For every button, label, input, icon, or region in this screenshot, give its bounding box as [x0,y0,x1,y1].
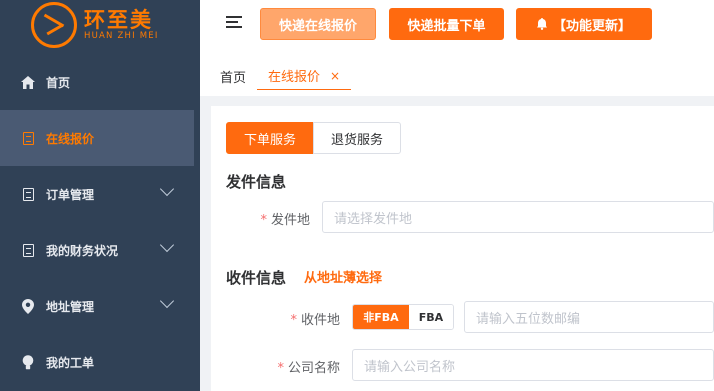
tabs-bar: 首页 在线报价 × [200,50,714,96]
sidebar-item-home[interactable]: 首页 [0,54,200,110]
tab-return-service[interactable]: 退货服务 [313,122,401,154]
tab-label: 首页 [220,70,247,86]
fba-option[interactable]: FBA [409,305,453,329]
express-batch-order-button[interactable]: 快递批量下单 [389,8,504,40]
main-content: 下单服务 退货服务 发件信息 * 发件地 请选择发件地 收件信息 从地址薄选择 *… [211,106,714,391]
sidebar-item-addresses[interactable]: 地址管理 [0,278,200,334]
tab-order-service[interactable]: 下单服务 [226,122,314,154]
home-icon [20,74,36,90]
origin-select[interactable]: 请选择发件地 [322,201,714,233]
fba-toggle-group: 非FBA FBA [352,304,454,330]
company-label-text: 公司名称 [287,361,340,376]
top-header: 快递在线报价 快递批量下单 【功能更新】 [200,0,714,50]
company-placeholder: 请输入公司名称 [364,359,456,375]
document-icon [20,130,36,146]
required-mark: * [290,313,297,328]
sidebar-item-label: 我的财务状况 [46,244,119,258]
sidebar-item-orders[interactable]: 订单管理 [0,166,200,222]
sidebar-item-online-quote[interactable]: 在线报价 [0,110,194,166]
sidebar-item-label: 订单管理 [46,188,95,202]
chevron-down-icon [159,293,175,309]
destination-label: * 收件地 [276,309,340,328]
sender-section-title: 发件信息 [226,173,287,191]
brand-name: 环至美 [84,8,153,32]
document-icon [20,186,36,202]
receiver-section-title: 收件信息 [226,269,287,287]
lightbulb-icon [20,354,36,370]
brand-logo-area: 环至美 HUAN ZHI MEI [0,0,200,54]
required-mark: * [260,213,267,228]
brand-subtitle: HUAN ZHI MEI [84,31,159,41]
sidebar-item-label: 地址管理 [46,300,95,314]
sidebar-item-finance[interactable]: 我的财务状况 [0,222,200,278]
destination-label-text: 收件地 [300,313,340,328]
zipcode-input[interactable]: 请输入五位数邮编 [464,301,714,333]
origin-label-text: 发件地 [270,213,310,228]
feature-update-button[interactable]: 【功能更新】 [516,8,652,40]
sidebar-item-label: 我的工单 [46,356,95,370]
document-icon [20,242,36,258]
close-icon[interactable]: × [330,69,340,83]
tab-online-quote[interactable]: 在线报价 × [257,62,352,90]
sidebar-item-label: 首页 [46,76,71,90]
bell-icon [536,18,547,30]
feature-update-label: 【功能更新】 [552,18,631,34]
express-online-quote-button[interactable]: 快递在线报价 [260,8,376,40]
chevron-down-icon [159,181,175,197]
hamburger-menu-icon[interactable] [226,16,242,30]
sidebar-item-tickets[interactable]: 我的工单 [0,334,200,390]
company-name-input[interactable]: 请输入公司名称 [352,349,714,381]
required-mark: * [277,361,284,376]
sidebar: 环至美 HUAN ZHI MEI 首页 在线报价 订单管理 我的财务状况 地址管… [0,0,200,391]
chevron-down-icon [159,237,175,253]
location-pin-icon [20,298,36,314]
sidebar-item-label: 在线报价 [46,132,95,146]
brand-logo-icon [31,2,77,48]
address-book-link[interactable]: 从地址薄选择 [304,267,382,286]
zipcode-placeholder: 请输入五位数邮编 [476,311,581,327]
tab-home[interactable]: 首页 [220,62,246,90]
company-label: * 公司名称 [261,357,340,376]
tab-label: 在线报价 [268,70,321,85]
non-fba-option[interactable]: 非FBA [353,305,409,329]
origin-label: * 发件地 [251,209,310,228]
origin-placeholder: 请选择发件地 [334,211,413,227]
